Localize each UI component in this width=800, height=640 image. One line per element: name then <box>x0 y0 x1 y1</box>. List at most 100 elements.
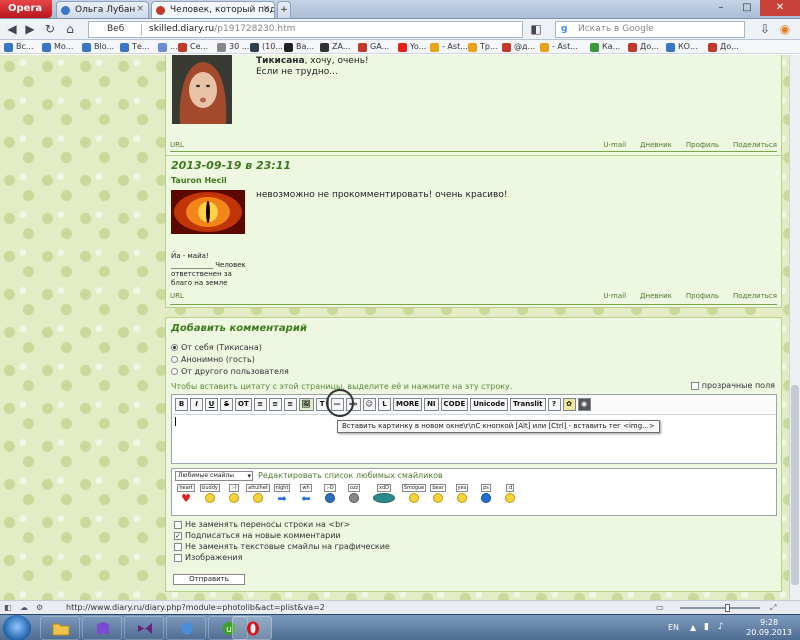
offtopic-button[interactable]: ОТ <box>235 398 252 411</box>
url-field[interactable]: Веб skilled.diary.ru/p191728230.htm <box>88 21 523 38</box>
bookmark[interactable]: 30 ... <box>217 41 249 53</box>
smiley[interactable]: ozz <box>343 484 365 504</box>
strike-button[interactable]: S <box>220 398 233 411</box>
comment-editor[interactable]: B I U S ОТ ≡ ≡ ≡ 🖼 T — «» ☺ L MORE NI CO… <box>171 389 777 464</box>
bookmark[interactable]: (10... <box>250 41 283 53</box>
umail-link[interactable]: U-mail <box>603 292 626 300</box>
start-button[interactable] <box>3 615 31 640</box>
browser-app[interactable] <box>166 616 206 640</box>
align-center-button[interactable]: ≡ <box>268 398 282 411</box>
home-icon[interactable]: ⌂ <box>62 22 78 37</box>
link-button[interactable]: L <box>377 398 391 411</box>
smiley[interactable]: :d <box>499 484 521 504</box>
bookmark[interactable]: Те... <box>120 41 149 53</box>
option-no-br[interactable]: Не заменять переносы строки на <br> <box>174 520 350 529</box>
visual-studio-app[interactable] <box>124 616 164 640</box>
smiley[interactable]: Smogue <box>401 484 427 504</box>
bookmark[interactable]: Ва... <box>284 41 314 53</box>
smiley[interactable]: heart ♥ <box>175 484 197 504</box>
bookmark[interactable]: Мо... <box>42 41 73 53</box>
tab-close-icon[interactable]: × <box>136 4 144 14</box>
checkbox[interactable] <box>174 542 182 551</box>
checkbox[interactable] <box>174 553 182 562</box>
zoom-knob[interactable] <box>725 604 730 612</box>
maximize-icon[interactable]: □ <box>734 0 760 16</box>
submit-button[interactable]: Отправить <box>173 574 245 585</box>
radio-button[interactable] <box>171 356 178 363</box>
reload-icon[interactable]: ↻ <box>42 22 58 37</box>
scrollbar-thumb[interactable] <box>791 385 799 585</box>
bookmark[interactable]: Yo... <box>398 41 426 53</box>
bookmark[interactable]: ZA... <box>320 41 350 53</box>
profile-link[interactable]: Профиль <box>686 141 719 149</box>
smiley[interactable]: buddy <box>199 484 221 504</box>
clock[interactable]: 9:28 20.09.2013 <box>746 618 792 638</box>
radio-button[interactable] <box>171 368 178 375</box>
downloads-icon[interactable]: ⇩ <box>757 22 773 37</box>
fullscreen-icon[interactable]: ⤢ <box>770 603 780 612</box>
translit-button[interactable]: Translit <box>510 398 546 411</box>
bookmark[interactable]: До... <box>628 41 659 53</box>
opera-app[interactable] <box>232 616 272 640</box>
speed-dial-icon[interactable]: ☁ <box>20 603 30 612</box>
forward-icon[interactable]: ▶ <box>22 22 38 37</box>
bookmark[interactable]: @д... <box>502 41 535 53</box>
color-button[interactable]: ✿ <box>562 398 576 411</box>
umail-link[interactable]: U-mail <box>603 141 626 149</box>
volume-icon[interactable]: ♪ <box>718 622 724 632</box>
option-images[interactable]: Изображения <box>174 553 242 562</box>
smiley[interactable]: yes <box>451 484 473 504</box>
bookmark[interactable]: До... <box>708 41 739 53</box>
edit-smileys-link[interactable]: Редактировать список любимых смайликов <box>258 471 443 480</box>
minimize-icon[interactable]: – <box>708 0 734 16</box>
checkbox[interactable] <box>690 381 699 390</box>
smiley[interactable]: xdD <box>367 484 401 504</box>
profile-link[interactable]: Профиль <box>686 292 719 300</box>
odnoklassniki-icon[interactable]: ◉ <box>777 22 793 37</box>
radio-anonymous[interactable]: Анонимно (гость) <box>171 355 255 364</box>
vertical-scrollbar[interactable] <box>789 55 800 600</box>
close-window-icon[interactable]: ✕ <box>760 0 800 16</box>
tab-chelovek[interactable]: Человек, который под... × <box>151 1 275 18</box>
share-link[interactable]: Поделиться <box>733 292 777 300</box>
explorer-app[interactable] <box>40 616 80 640</box>
insert-image-button[interactable]: 🖼 <box>298 398 314 411</box>
option-no-smileys[interactable]: Не заменять текстовые смайлы на графичес… <box>174 542 390 551</box>
tray-arrow-icon[interactable]: ▲ <box>690 623 696 632</box>
tab-close-icon[interactable]: × <box>262 4 270 14</box>
smiley-list-select[interactable]: Любимые смайлы <box>175 471 253 481</box>
post-author[interactable]: Tauron Hecil <box>171 176 227 185</box>
smiley[interactable]: night ➡ <box>271 484 293 504</box>
ni-button[interactable]: NI <box>424 398 439 411</box>
app-launcher[interactable] <box>82 616 122 640</box>
url-link[interactable]: URL <box>170 141 184 149</box>
bookmark[interactable]: - Ast... <box>540 41 578 53</box>
smiley[interactable]: bear <box>427 484 449 504</box>
unicode-button[interactable]: Unicode <box>470 398 509 411</box>
bold-button[interactable]: B <box>175 398 188 411</box>
transparent-fields-toggle[interactable]: прозрачные поля <box>690 381 775 390</box>
radio-from-self[interactable]: От себя (Тикисана) <box>171 343 262 352</box>
italic-button[interactable]: I <box>190 398 203 411</box>
bookmark[interactable]: КО... <box>666 41 698 53</box>
share-link[interactable]: Поделиться <box>733 141 777 149</box>
bookmark[interactable]: GA... <box>358 41 389 53</box>
camera-button[interactable]: ◉ <box>577 398 591 411</box>
url-link[interactable]: URL <box>170 292 184 300</box>
bookmark[interactable]: Ка... <box>590 41 620 53</box>
bookmark[interactable]: Blo... <box>82 41 114 53</box>
network-icon[interactable]: ▮ <box>704 622 709 632</box>
view-icon[interactable]: ▭ <box>656 603 666 612</box>
bookmark[interactable]: Се... <box>178 41 208 53</box>
smiley[interactable]: :-) <box>223 484 245 504</box>
radio-other-user[interactable]: От другого пользователя <box>171 367 289 376</box>
panel-toggle-icon[interactable]: ◧ <box>4 603 14 612</box>
bookmark[interactable]: - Ast... <box>430 41 468 53</box>
smiley-button[interactable]: ☺ <box>362 398 376 411</box>
opera-menu-button[interactable]: Opera <box>0 0 52 18</box>
code-button[interactable]: CODE <box>440 398 469 411</box>
language-indicator[interactable]: EN <box>668 623 679 632</box>
more-button[interactable]: MORE <box>392 398 423 411</box>
bookmark[interactable]: ... <box>158 41 178 53</box>
search-input[interactable]: g Искать в Google <box>555 21 745 38</box>
